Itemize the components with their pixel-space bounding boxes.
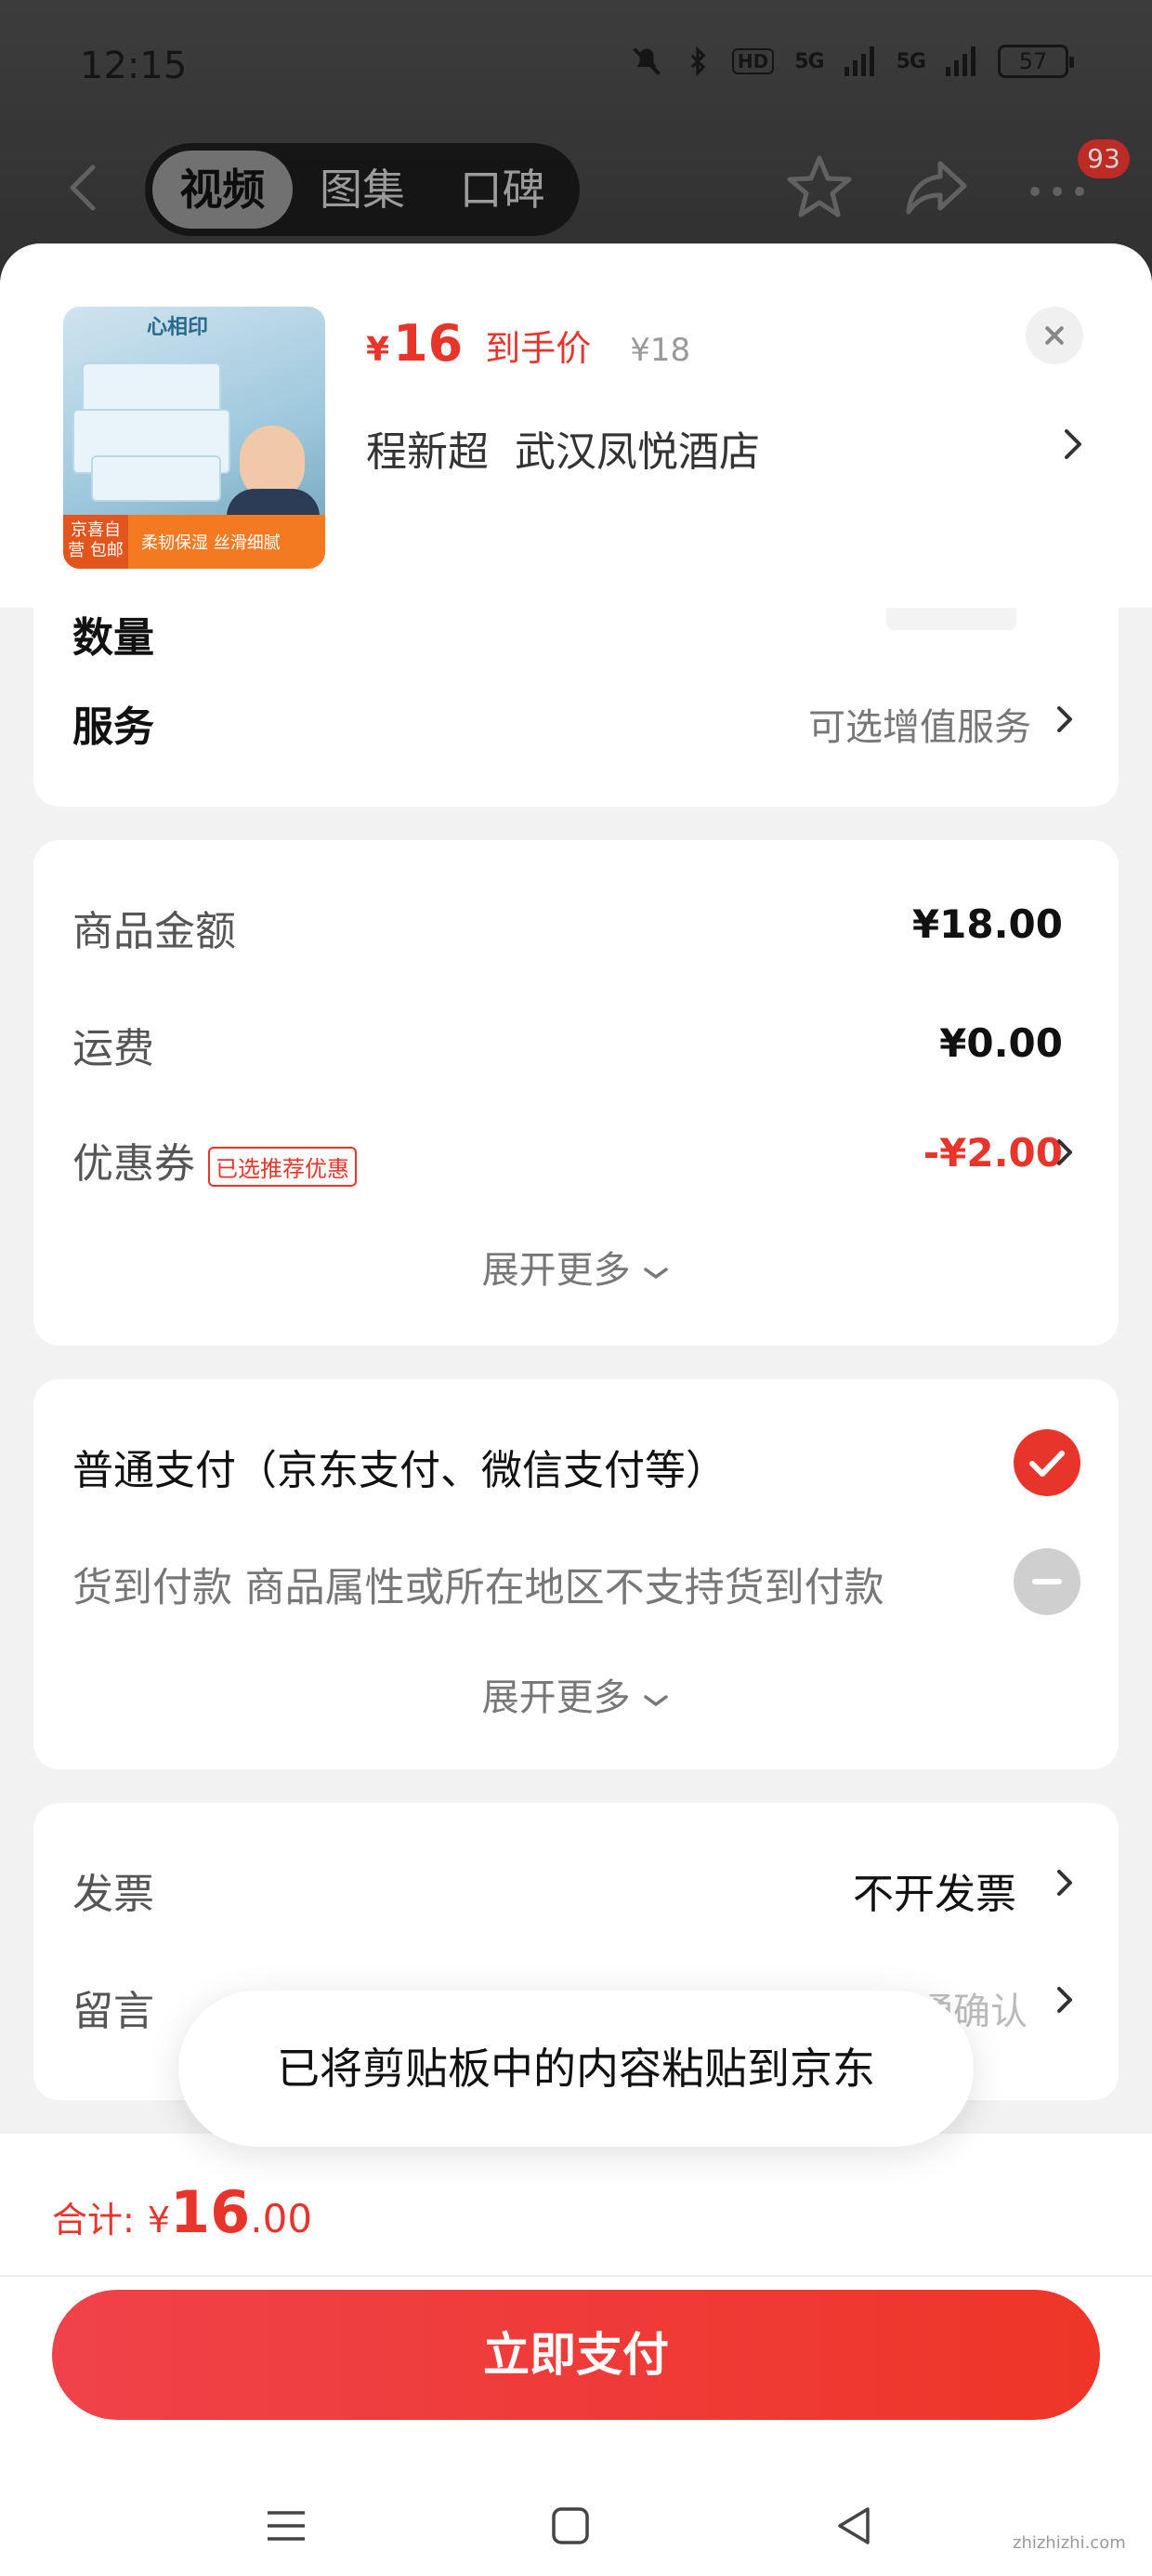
chevron-right-icon[interactable] <box>1054 701 1078 738</box>
total-symbol: ¥ <box>147 2200 170 2241</box>
chevron-right-icon[interactable] <box>1054 1864 1078 1901</box>
goods-amount-label: 商品金额 <box>72 908 236 955</box>
payment-disabled-icon <box>1014 1548 1080 1615</box>
shipping-value: ¥0.00 <box>939 1020 1063 1066</box>
price-symbol: ¥ <box>366 331 390 369</box>
pack-shape <box>91 455 221 502</box>
service-value[interactable]: 可选增值服务 <box>808 697 1031 751</box>
final-price: 16 <box>393 314 464 373</box>
receiver-name: 程新超 <box>366 428 489 476</box>
service-label: 服务 <box>72 703 154 751</box>
quantity-label: 数量 <box>72 614 154 662</box>
amounts-expand-more[interactable]: 展开更多 <box>33 1240 1119 1294</box>
chevron-right-icon[interactable] <box>1054 1981 1078 2018</box>
pay-now-button[interactable]: 立即支付 <box>52 2290 1100 2420</box>
coupon-recommend-tag: 已选推荐优惠 <box>208 1146 357 1187</box>
card-amounts: 商品金额 ¥18.00 运费 ¥0.00 优惠券 已选推荐优惠 -¥2.00 展开… <box>33 840 1119 1346</box>
thumb-brand: 心相印 <box>147 316 209 339</box>
checkmark-icon <box>1029 1451 1065 1477</box>
product-image[interactable]: 心相印 京喜自营 包邮 柔韧保湿 丝滑细腻 <box>63 307 325 569</box>
goods-amount-value: ¥18.00 <box>911 901 1063 947</box>
promo-badge: 京喜自营 包邮 <box>63 515 128 569</box>
chevron-right-icon[interactable] <box>1059 426 1087 463</box>
payment-option-standard[interactable]: 普通支付（京东支付、微信支付等） <box>72 1437 727 1496</box>
menu-icon[interactable] <box>258 2498 314 2554</box>
chevron-down-icon <box>644 1695 669 1707</box>
total-label: 合计: <box>52 2200 135 2241</box>
shipping-label: 运费 <box>72 1025 154 1072</box>
expand-more-label: 展开更多 <box>481 1249 631 1292</box>
close-button[interactable] <box>1026 307 1083 364</box>
receiver-info[interactable]: 程新超 武汉凤悦酒店 <box>366 418 760 478</box>
chevron-down-icon <box>644 1268 669 1280</box>
invoice-label: 发票 <box>72 1871 154 1918</box>
payment-selected-check[interactable] <box>1014 1429 1080 1496</box>
total-integer: 16 <box>170 2178 251 2246</box>
watermark: zhizhizhi.com <box>1013 2533 1126 2553</box>
order-total: 合计: ¥ 16 .00 <box>52 2178 312 2246</box>
chevron-right-icon[interactable] <box>1054 1134 1078 1171</box>
price-block: ¥ 16 到手价 ¥18 <box>366 314 690 373</box>
coupon-row[interactable]: 优惠券 已选推荐优惠 <box>72 1130 357 1189</box>
divider <box>0 2275 1152 2277</box>
checkout-footer: 合计: ¥ 16 .00 立即支付 zhizhizhi.com <box>0 2134 1152 2576</box>
home-icon[interactable] <box>543 2498 598 2554</box>
card-payment: 普通支付（京东支付、微信支付等） 货到付款 商品属性或所在地区不支持货到付款 展… <box>33 1379 1119 1769</box>
expand-more-label: 展开更多 <box>481 1676 631 1719</box>
final-price-label: 到手价 <box>485 328 592 369</box>
original-price: ¥18 <box>630 332 691 369</box>
back-triangle-icon[interactable] <box>827 2498 883 2554</box>
sheet-header: 心相印 京喜自营 包邮 柔韧保湿 丝滑细腻 ¥ 16 到手价 ¥18 程新超 武… <box>0 243 1152 608</box>
invoice-value[interactable]: 不开发票 <box>853 1860 1016 1920</box>
message-label: 留言 <box>72 1988 154 2035</box>
coupon-label: 优惠券 <box>72 1140 195 1188</box>
coupon-value[interactable]: -¥2.00 <box>923 1130 1063 1176</box>
clipboard-toast: 已将剪贴板中的内容粘贴到京东 <box>178 1991 974 2147</box>
payment-expand-more[interactable]: 展开更多 <box>33 1667 1119 1721</box>
product-promo-strip: 京喜自营 包邮 柔韧保湿 丝滑细腻 <box>63 515 325 569</box>
total-decimal: .00 <box>250 2196 313 2241</box>
promo-text: 柔韧保湿 丝滑细腻 <box>141 533 281 553</box>
receiver-address: 武汉凤悦酒店 <box>515 428 760 476</box>
payment-option-cod: 货到付款 商品属性或所在地区不支持货到付款 <box>72 1565 884 1611</box>
